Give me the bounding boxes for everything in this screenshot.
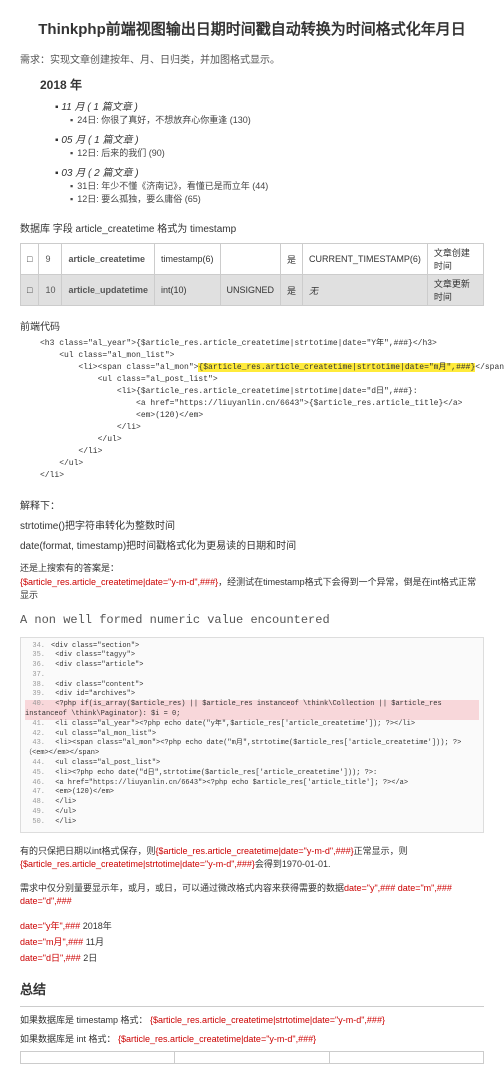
format-parts-note: 需求中仅分别量要显示年，或月，或日，可以通过微改格式内容来获得需要的数据date… bbox=[20, 882, 484, 909]
error-title: A non well formed numeric value encounte… bbox=[20, 613, 484, 627]
int-format-note: 有的只保把日期以int格式保存，则{$article_res.article_c… bbox=[20, 845, 484, 872]
page-title: Thinkphp前端视图输出日期时间戳自动转换为时间格式化年月日 bbox=[20, 18, 484, 39]
db-fields-table: □9 article_createtime timestamp(6) 是CURR… bbox=[20, 243, 484, 306]
result-note: 还是上搜索有的答案是： {$article_res.article_create… bbox=[20, 562, 484, 603]
post-item: ▪12日: 要么孤独，要么庸俗 (65) bbox=[70, 192, 484, 205]
explain-header: 解释下： bbox=[20, 497, 484, 512]
format-example: date="d日",### 2日 bbox=[20, 951, 484, 964]
format-example: date="y年",### 2018年 bbox=[20, 919, 484, 932]
requirement-text: 需求：实现文章创建按年、月、日归类，并加图格式显示。 bbox=[20, 51, 484, 66]
explain-line: strtotime()把字符串转化为整数时间 bbox=[20, 517, 484, 532]
post-item: ▪12日: 后来的我们 (90) bbox=[70, 146, 484, 159]
front-code-label: 前端代码 bbox=[20, 318, 484, 333]
error-trace: 34.<div class="section">35. <div class="… bbox=[20, 637, 484, 833]
empty-table bbox=[20, 1051, 484, 1064]
db-note: 数据库 字段 article_createtime 格式为 timestamp bbox=[20, 220, 484, 235]
month-block: ▪ 11 月 ( 1 篇文章 )▪24日: 你很了真好，不想放弃心你重逢 (13… bbox=[55, 98, 484, 126]
explain-line: date(format, timestamp)把时间戳格式化为更易读的日期和时间 bbox=[20, 537, 484, 552]
format-example: date="m月",### 11月 bbox=[20, 935, 484, 948]
summary-header: 总结 bbox=[20, 979, 484, 998]
bottom-note: 如果数据库是 int 格式： {$article_res.article_cre… bbox=[20, 1032, 484, 1045]
code-block-main: <h3 class="al_year">{$article_res.articl… bbox=[40, 338, 484, 482]
bottom-note: 如果数据库是 timestamp 格式： {$article_res.artic… bbox=[20, 1013, 484, 1026]
year-header: 2018 年 bbox=[40, 76, 484, 93]
month-block: ▪ 03 月 ( 2 篇文章 )▪31日: 年少不懂《济南记》，看懂已是而立年 … bbox=[55, 164, 484, 205]
divider bbox=[20, 1006, 484, 1007]
post-item: ▪31日: 年少不懂《济南记》，看懂已是而立年 (44) bbox=[70, 179, 484, 192]
post-item: ▪24日: 你很了真好，不想放弃心你重逢 (130) bbox=[70, 113, 484, 126]
month-block: ▪ 05 月 ( 1 篇文章 )▪12日: 后来的我们 (90) bbox=[55, 131, 484, 159]
